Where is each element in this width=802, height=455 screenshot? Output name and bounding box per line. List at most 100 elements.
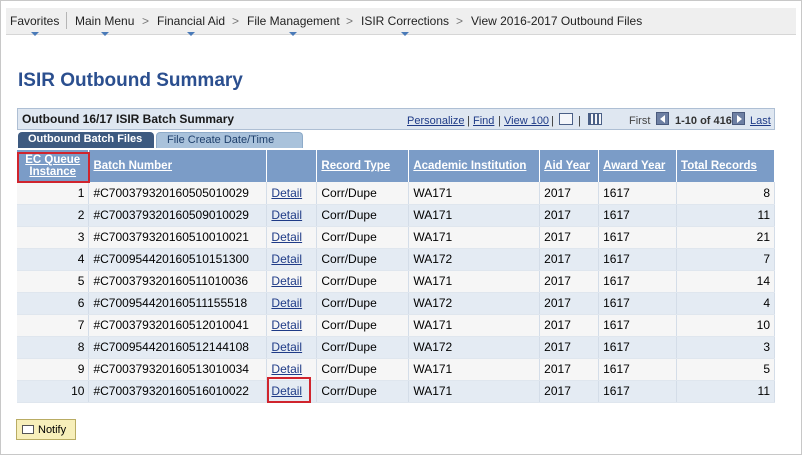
- detail-link[interactable]: Detail: [271, 362, 302, 376]
- chevron-down-icon: [401, 32, 410, 36]
- detail-link[interactable]: Detail: [271, 252, 302, 266]
- col-total-records[interactable]: Total Records: [676, 150, 775, 182]
- cell-academic-institution-cell: WA171: [408, 380, 541, 403]
- detail-link-cell: Detail: [266, 314, 318, 337]
- cell-record-type-cell: Corr/Dupe: [316, 226, 410, 249]
- breadcrumb-isir-corrections[interactable]: ISIR Corrections: [361, 14, 450, 36]
- next-page-icon[interactable]: [732, 112, 745, 125]
- detail-link-cell: Detail: [266, 270, 318, 293]
- detail-link[interactable]: Detail: [271, 186, 302, 200]
- breadcrumb-separator: >: [456, 14, 464, 28]
- cell-aid-year-cell: 2017: [539, 182, 600, 205]
- breadcrumb-current-page: View 2016-2017 Outbound Files: [471, 14, 643, 28]
- cell-academic-institution-cell: WA171: [408, 358, 541, 381]
- breadcrumb-favorites[interactable]: Favorites: [10, 14, 59, 36]
- detail-link[interactable]: Detail: [271, 340, 302, 354]
- cell-aid-year-cell: 2017: [539, 336, 600, 359]
- chevron-down-icon: [187, 32, 196, 36]
- cell-total-records-cell: 5: [676, 358, 775, 381]
- view-all-link[interactable]: View 100: [504, 115, 549, 127]
- page-title: ISIR Outbound Summary: [18, 70, 243, 91]
- cell-award-year-cell: 1617: [598, 226, 678, 249]
- cell-aid-year-cell: 2017: [539, 314, 600, 337]
- cell-ec-queue-instance-cell: 2: [17, 204, 90, 227]
- col-batch-number[interactable]: Batch Number: [88, 150, 268, 182]
- cell-batch-number-cell: #C700379320160509010029: [88, 204, 268, 227]
- cell-total-records-cell: 11: [676, 380, 775, 403]
- chevron-down-icon: [289, 32, 298, 36]
- col-ec-queue-instance[interactable]: EC Queue Instance: [17, 150, 90, 182]
- cell-ec-queue-instance-cell: 8: [17, 336, 90, 359]
- col-aid-year[interactable]: Aid Year: [539, 150, 600, 182]
- col-detail: [266, 150, 318, 182]
- cell-award-year-cell: 1617: [598, 314, 678, 337]
- grid-header: Outbound 16/17 ISIR Batch Summary Person…: [17, 108, 775, 130]
- cell-award-year-cell: 1617: [598, 204, 678, 227]
- breadcrumb-isir-corrections-label: ISIR Corrections: [361, 14, 450, 28]
- find-link[interactable]: Find: [473, 115, 494, 127]
- cell-batch-number-cell: #C700954420160511155518: [88, 292, 268, 315]
- previous-page-icon[interactable]: [656, 112, 669, 125]
- cell-record-type-cell: Corr/Dupe: [316, 204, 410, 227]
- batch-summary-table: EC Queue Instance Batch Number Record Ty…: [17, 150, 775, 403]
- cell-ec-queue-instance-cell: 7: [17, 314, 90, 337]
- table-row: 3 #C700379320160510010021 Detail Corr/Dupe W…: [17, 226, 775, 249]
- detail-link-cell: Detail: [266, 248, 318, 271]
- download-spreadsheet-icon[interactable]: [588, 113, 602, 125]
- breadcrumb-main-menu-label: Main Menu: [75, 14, 135, 28]
- cell-aid-year-cell: 2017: [539, 358, 600, 381]
- cell-ec-queue-instance-cell: 9: [17, 358, 90, 381]
- cell-academic-institution-cell: WA171: [408, 270, 541, 293]
- zoom-grid-icon[interactable]: [559, 113, 573, 125]
- cell-academic-institution-cell: WA171: [408, 226, 541, 249]
- row-range: 1-10 of 416: [675, 115, 732, 127]
- cell-record-type-cell: Corr/Dupe: [316, 182, 410, 205]
- personalize-link[interactable]: Personalize: [407, 115, 464, 127]
- breadcrumb-main-menu[interactable]: Main Menu: [75, 14, 135, 36]
- table-row: 9 #C700379320160513010034 Detail Corr/Dupe W…: [17, 358, 775, 381]
- table-header-row: EC Queue Instance Batch Number Record Ty…: [17, 150, 775, 182]
- table-row: 2 #C700379320160509010029 Detail Corr/Dupe W…: [17, 204, 775, 227]
- tab-outbound-batch-files[interactable]: Outbound Batch Files: [18, 132, 154, 148]
- detail-link[interactable]: Detail: [271, 318, 302, 332]
- breadcrumb-separator: >: [346, 14, 354, 28]
- detail-link[interactable]: Detail: [271, 208, 302, 222]
- detail-link[interactable]: Detail: [271, 296, 302, 310]
- envelope-icon: [22, 425, 34, 434]
- detail-link-cell: Detail: [266, 182, 318, 205]
- detail-link[interactable]: Detail: [271, 274, 302, 288]
- table-row: 6 #C700954420160511155518 Detail Corr/Dupe W…: [17, 292, 775, 315]
- last-link[interactable]: Last: [750, 115, 771, 127]
- detail-link[interactable]: Detail: [271, 230, 302, 244]
- cell-batch-number-cell: #C700954420160512144108: [88, 336, 268, 359]
- table-row: 5 #C700379320160511010036 Detail Corr/Dupe W…: [17, 270, 775, 293]
- cell-academic-institution-cell: WA172: [408, 292, 541, 315]
- cell-record-type-cell: Corr/Dupe: [316, 292, 410, 315]
- col-record-type[interactable]: Record Type: [316, 150, 410, 182]
- detail-link[interactable]: Detail: [271, 384, 302, 398]
- cell-academic-institution-cell: WA172: [408, 248, 541, 271]
- cell-aid-year-cell: 2017: [539, 226, 600, 249]
- cell-record-type-cell: Corr/Dupe: [316, 336, 410, 359]
- col-award-year[interactable]: Award Year: [598, 150, 678, 182]
- cell-academic-institution-cell: WA171: [408, 204, 541, 227]
- cell-batch-number-cell: #C700379320160510010021: [88, 226, 268, 249]
- cell-total-records-cell: 10: [676, 314, 775, 337]
- detail-link-cell: Detail: [266, 226, 318, 249]
- first-label: First: [629, 115, 651, 127]
- cell-total-records-cell: 11: [676, 204, 775, 227]
- col-academic-institution[interactable]: Academic Institution: [408, 150, 541, 182]
- breadcrumb-file-management[interactable]: File Management: [247, 14, 340, 36]
- notify-button[interactable]: Notify: [16, 419, 76, 440]
- detail-link-cell: Detail: [266, 204, 318, 227]
- cell-academic-institution-cell: WA171: [408, 182, 541, 205]
- breadcrumb-financial-aid[interactable]: Financial Aid: [157, 14, 225, 36]
- tab-file-create-date-time[interactable]: File Create Date/Time: [156, 132, 303, 148]
- cell-record-type-cell: Corr/Dupe: [316, 380, 410, 403]
- cell-record-type-cell: Corr/Dupe: [316, 270, 410, 293]
- toolbar-separator: |: [498, 115, 501, 127]
- notify-button-label: Notify: [38, 424, 67, 436]
- cell-award-year-cell: 1617: [598, 358, 678, 381]
- cell-aid-year-cell: 2017: [539, 270, 600, 293]
- cell-aid-year-cell: 2017: [539, 248, 600, 271]
